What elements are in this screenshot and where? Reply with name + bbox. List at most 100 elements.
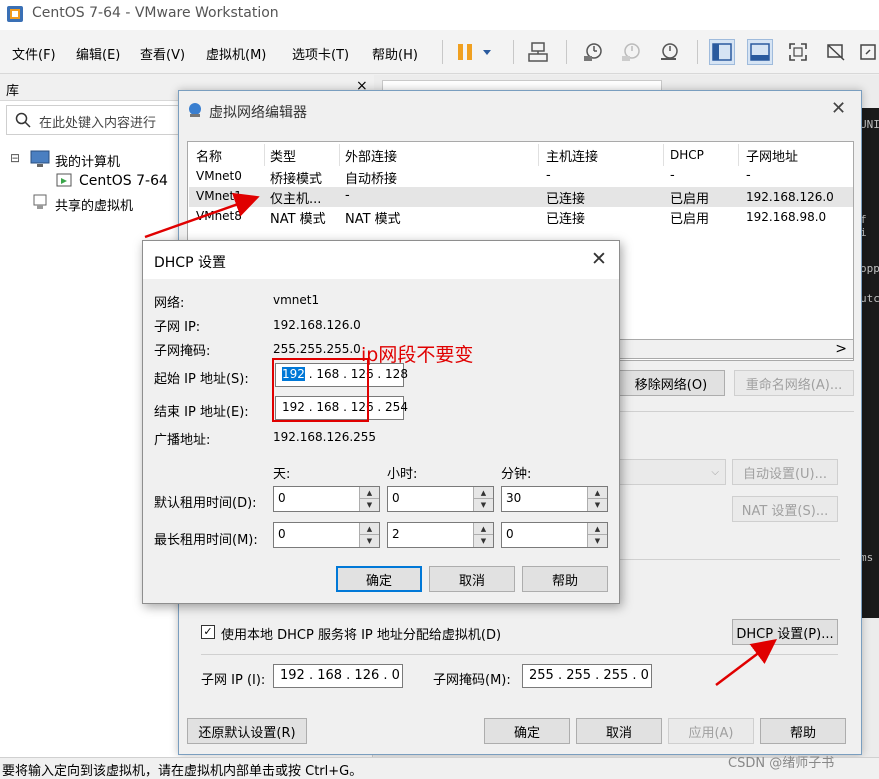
- menu-help[interactable]: 帮助(H): [372, 44, 418, 63]
- table-cell: VMnet8: [196, 209, 242, 223]
- sidebar-toggle-icon[interactable]: [709, 39, 735, 65]
- dhcp-cancel-button[interactable]: 取消: [429, 566, 515, 592]
- spin-up-icon[interactable]: ▲: [588, 487, 607, 499]
- close-icon[interactable]: ✕: [591, 248, 607, 270]
- table-cell: 自动桥接: [345, 172, 398, 187]
- max-lease-hours-stepper[interactable]: 2 ▲ ▼: [387, 522, 494, 548]
- terminal-text: opp: [860, 262, 879, 275]
- column-header[interactable]: 类型: [270, 146, 296, 165]
- table-cell: -: [746, 168, 751, 183]
- title-bar: CentOS 7-64 - VMware Workstation: [0, 0, 879, 30]
- spin-down-icon[interactable]: ▼: [588, 535, 607, 547]
- broadcast-label: 广播地址:: [154, 433, 211, 448]
- vmware-app-icon: [7, 6, 23, 22]
- dhcp-help-button[interactable]: 帮助: [522, 566, 608, 592]
- spin-down-icon[interactable]: ▼: [360, 499, 379, 511]
- network-label: 网络:: [154, 296, 185, 311]
- dhcp-settings-dialog: DHCP 设置 ✕ 网络: vmnet1 子网 IP: 192.168.126.…: [142, 240, 620, 604]
- menu-toolbar-bar: 文件(F) 编辑(E) 查看(V) 虚拟机(M) 选项卡(T) 帮助(H): [0, 30, 879, 74]
- scroll-right-icon[interactable]: >: [835, 341, 847, 357]
- ok-button[interactable]: 确定: [484, 718, 570, 744]
- apply-button[interactable]: 应用(A): [668, 718, 754, 744]
- subnet-mask-field[interactable]: 255 . 255 . 255 . 0: [522, 664, 652, 688]
- spin-up-icon[interactable]: ▲: [474, 487, 493, 499]
- tree-collapse-icon[interactable]: ⊟: [10, 151, 20, 165]
- dhcp-ok-button[interactable]: 确定: [336, 566, 422, 592]
- menu-vm[interactable]: 虚拟机(M): [206, 44, 266, 63]
- tree-centos-vm[interactable]: CentOS 7-64: [79, 173, 168, 189]
- close-icon[interactable]: ✕: [831, 98, 846, 119]
- minutes-header: 分钟:: [501, 467, 532, 482]
- dialog-title: DHCP 设置: [154, 255, 226, 271]
- dhcp-settings-button[interactable]: DHCP 设置(P)...: [732, 619, 838, 645]
- remove-network-button[interactable]: 移除网络(O): [617, 370, 725, 396]
- terminal-text: f i: [860, 213, 867, 239]
- column-header[interactable]: 外部连接: [345, 146, 397, 165]
- network-icon[interactable]: [525, 39, 551, 65]
- rename-network-button[interactable]: 重命名网络(A)...: [734, 370, 854, 396]
- spin-down-icon[interactable]: ▼: [474, 535, 493, 547]
- spin-up-icon[interactable]: ▲: [588, 523, 607, 535]
- thumbnail-bar-icon[interactable]: [747, 39, 773, 65]
- menu-file[interactable]: 文件(F): [12, 44, 56, 63]
- library-search-input[interactable]: 在此处键入内容进行: [6, 105, 184, 135]
- status-text: 要将输入定向到该虚拟机，请在虚拟机内部单击或按 Ctrl+G。: [2, 764, 363, 779]
- table-cell: NAT 模式: [270, 212, 326, 227]
- terminal-text: utc: [860, 292, 879, 305]
- table-cell: VMnet0: [196, 169, 242, 183]
- nat-settings-button[interactable]: NAT 设置(S)...: [732, 496, 838, 522]
- menu-tabs[interactable]: 选项卡(T): [292, 44, 349, 63]
- snapshot-manager-icon[interactable]: [656, 39, 682, 65]
- spin-down-icon[interactable]: ▼: [588, 499, 607, 511]
- menu-view[interactable]: 查看(V): [140, 44, 185, 63]
- spin-down-icon[interactable]: ▼: [474, 499, 493, 511]
- tree-shared-vms[interactable]: 共享的虚拟机: [55, 195, 133, 214]
- window-title: CentOS 7-64 - VMware Workstation: [32, 5, 279, 21]
- column-header[interactable]: 主机连接: [546, 146, 598, 165]
- more-icon[interactable]: [855, 39, 879, 65]
- column-header[interactable]: DHCP: [670, 148, 704, 162]
- subnet-ip-field[interactable]: 192 . 168 . 126 . 0: [273, 664, 403, 688]
- default-lease-days-stepper[interactable]: 0 ▲ ▼: [273, 486, 380, 512]
- pause-icon[interactable]: [452, 39, 478, 65]
- max-lease-minutes-stepper[interactable]: 0 ▲ ▼: [501, 522, 608, 548]
- subnet-mask-label: 子网掩码:: [154, 344, 211, 359]
- dhcp-title-bar: DHCP 设置 ✕: [143, 241, 619, 279]
- table-cell: 已连接: [546, 192, 586, 207]
- vm-icon: [56, 173, 72, 187]
- tree-my-computer[interactable]: 我的计算机: [55, 151, 120, 170]
- restore-defaults-button[interactable]: 还原默认设置(R): [187, 718, 307, 744]
- column-header[interactable]: 名称: [196, 146, 222, 165]
- bridge-dropdown[interactable]: ⌵: [609, 459, 726, 485]
- search-icon: [15, 112, 31, 128]
- spin-up-icon[interactable]: ▲: [474, 523, 493, 535]
- menu-edit[interactable]: 编辑(E): [76, 44, 120, 63]
- use-dhcp-checkbox[interactable]: ✓: [201, 625, 215, 639]
- fullscreen-icon[interactable]: [785, 39, 811, 65]
- cancel-button[interactable]: 取消: [576, 718, 662, 744]
- default-lease-label: 默认租用时间(D):: [154, 496, 257, 511]
- table-cell: NAT 模式: [345, 212, 401, 227]
- spin-up-icon[interactable]: ▲: [360, 523, 379, 535]
- snapshot-icon[interactable]: [580, 39, 606, 65]
- spin-down-icon[interactable]: ▼: [360, 535, 379, 547]
- annotation-highlight-box: [272, 358, 369, 422]
- library-title: 库: [6, 84, 20, 99]
- dropdown-icon[interactable]: [478, 39, 496, 65]
- unity-icon[interactable]: [823, 39, 849, 65]
- shared-vm-icon: [33, 194, 47, 209]
- auto-settings-button[interactable]: 自动设置(U)...: [732, 459, 838, 485]
- column-header[interactable]: 子网地址: [746, 146, 798, 165]
- help-button[interactable]: 帮助: [760, 718, 846, 744]
- default-lease-minutes-stepper[interactable]: 30 ▲ ▼: [501, 486, 608, 512]
- default-lease-hours-stepper[interactable]: 0 ▲ ▼: [387, 486, 494, 512]
- snapshot-revert-icon[interactable]: [618, 39, 644, 65]
- use-dhcp-label[interactable]: 使用本地 DHCP 服务将 IP 地址分配给虚拟机(D): [221, 624, 501, 643]
- network-value: vmnet1: [273, 293, 320, 307]
- table-cell: 桥接模式: [270, 172, 323, 187]
- end-ip-label: 结束 IP 地址(E):: [154, 405, 249, 420]
- table-cell: -: [546, 168, 551, 183]
- spin-up-icon[interactable]: ▲: [360, 487, 379, 499]
- annotation-text: ip网段不要变: [361, 344, 474, 366]
- max-lease-days-stepper[interactable]: 0 ▲ ▼: [273, 522, 380, 548]
